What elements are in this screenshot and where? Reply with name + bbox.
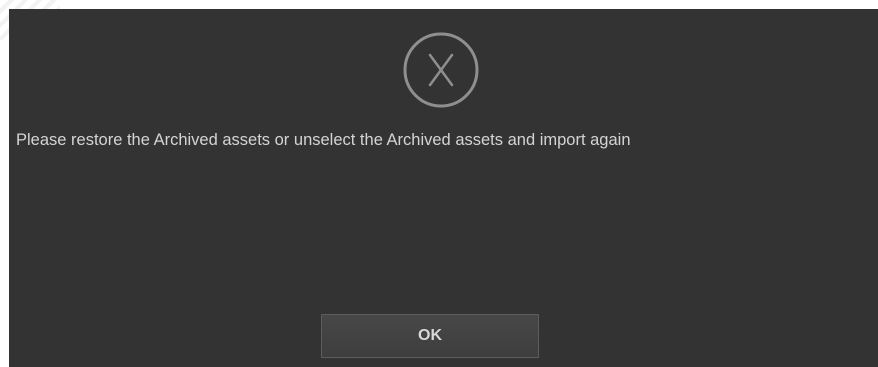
- ok-button[interactable]: OK: [321, 314, 539, 358]
- ok-button-label: OK: [418, 327, 442, 344]
- error-x-circle-icon: [403, 32, 479, 108]
- screenshot-frame: Please restore the Archived assets or un…: [0, 0, 878, 367]
- error-dialog: Please restore the Archived assets or un…: [9, 9, 878, 367]
- error-message: Please restore the Archived assets or un…: [16, 131, 631, 149]
